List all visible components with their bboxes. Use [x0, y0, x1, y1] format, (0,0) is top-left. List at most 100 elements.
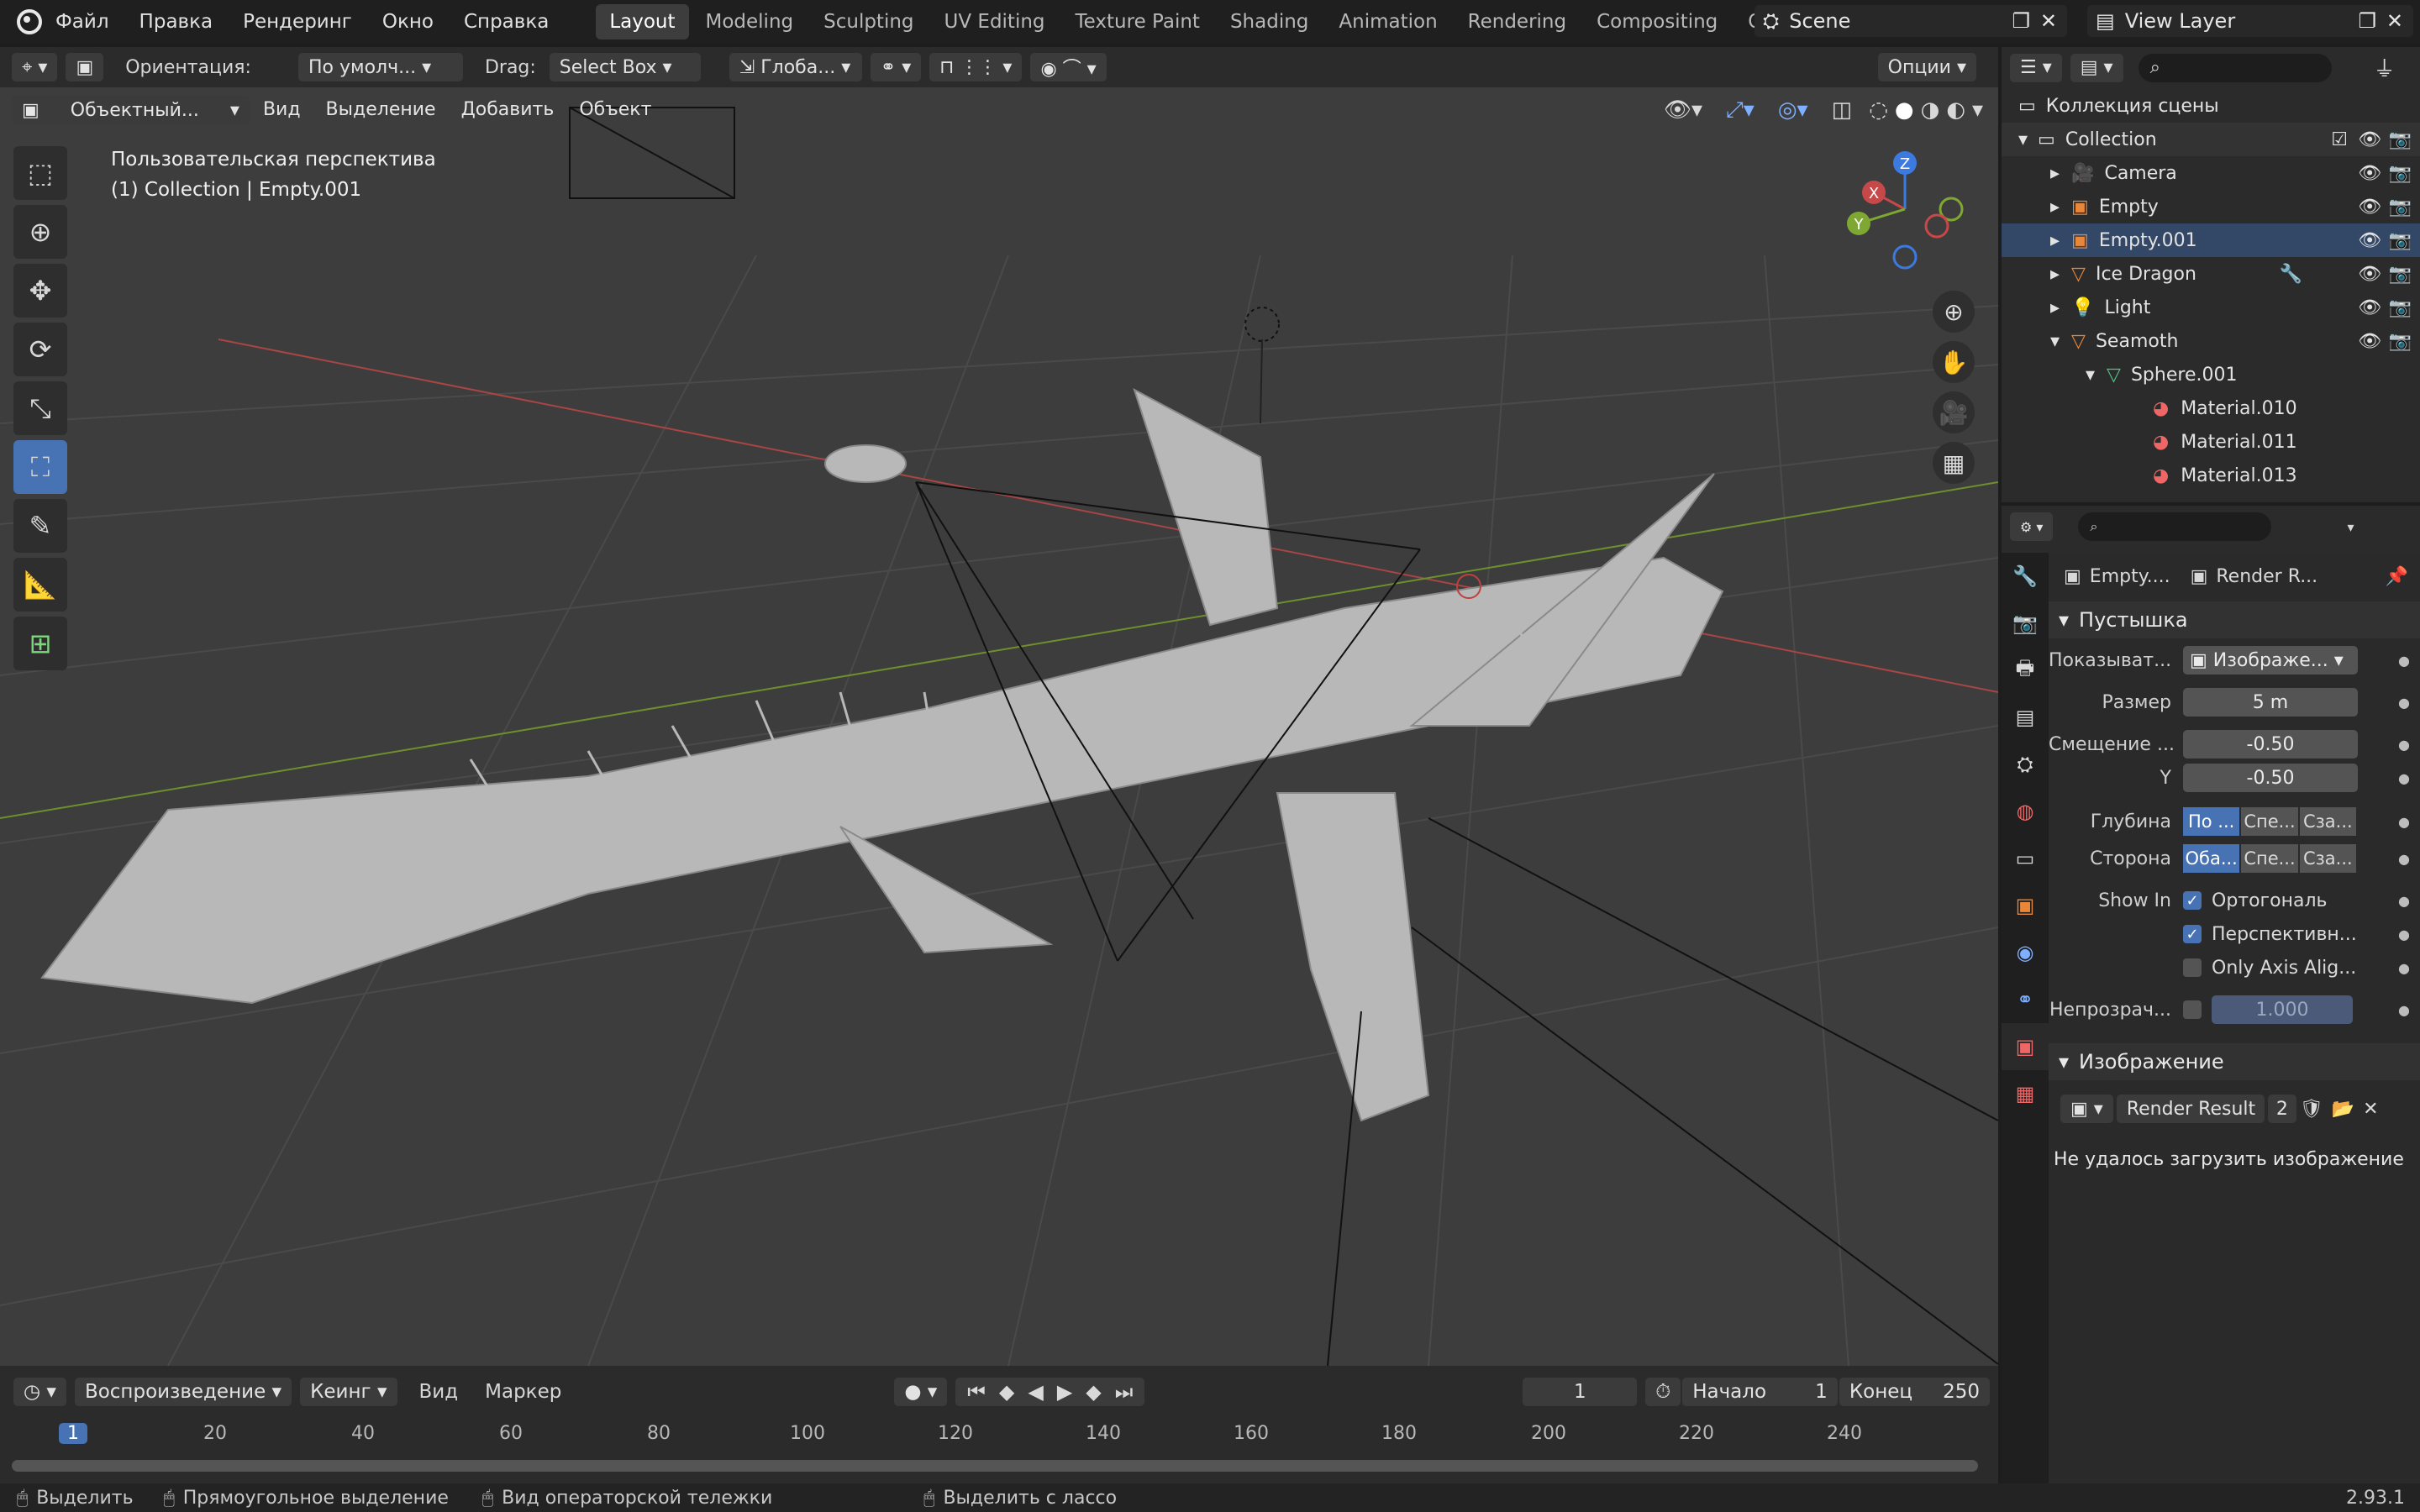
image-name-field[interactable]: Render Result — [2116, 1095, 2265, 1123]
tab-uv-editing[interactable]: UV Editing — [931, 4, 1059, 39]
show-persp-checkbox[interactable]: ✓ — [2183, 925, 2202, 943]
outliner-item-material[interactable]: ◕ Material.010 — [2002, 391, 2420, 425]
overlay-toggle-icon[interactable]: ◎▾ — [1778, 97, 1808, 123]
transform-tool-icon[interactable]: ⛶ — [13, 440, 67, 494]
rotate-tool-icon[interactable]: ⟳ — [13, 323, 67, 376]
side-both-option[interactable]: Оба... — [2183, 844, 2240, 873]
keyframe-dot-icon[interactable]: ● — [2398, 851, 2410, 867]
side-back-option[interactable]: Сза... — [2299, 844, 2356, 873]
camera-view-icon[interactable]: 🎥 — [1933, 391, 1975, 433]
viewport-menu-view[interactable]: Вид — [263, 96, 301, 124]
outliner-collection-row[interactable]: ▾ ▭ Collection ☑ 👁 📷 — [2002, 123, 2420, 156]
zoom-icon[interactable]: ⊕ — [1933, 291, 1975, 333]
keyframe-dot-icon[interactable]: ● — [2398, 1002, 2410, 1018]
light-object[interactable] — [1244, 307, 1280, 342]
depth-back-option[interactable]: Сза... — [2299, 807, 2356, 836]
tab-shading[interactable]: Shading — [1217, 4, 1322, 39]
new-view-layer-icon[interactable]: ❐ — [2358, 9, 2376, 33]
outliner-item-ice-dragon[interactable]: ▸ ▽ Ice Dragon 🔧 👁 📷 — [2002, 257, 2420, 291]
measure-tool-icon[interactable]: 📐 — [13, 558, 67, 612]
show-ortho-checkbox[interactable]: ✓ — [2183, 891, 2202, 910]
outliner-item-material[interactable]: ◕ Material.013 — [2002, 459, 2420, 492]
render-camera-icon[interactable]: 📷 — [2389, 197, 2412, 218]
shading-options-icon[interactable]: ▾ — [1972, 97, 1983, 123]
collapse-chevron-icon[interactable]: ▾ — [2050, 331, 2060, 352]
filter-icon[interactable]: ⏚ — [2374, 52, 2396, 83]
display-mode-icon[interactable]: ▤ ▾ — [2070, 53, 2123, 82]
timeline-menu-marker[interactable]: Маркер — [485, 1381, 561, 1403]
tab-compositing[interactable]: Compositing — [1583, 4, 1731, 39]
frame-ruler[interactable]: 1 20 40 60 80 100 120 140 160 180 200 22… — [0, 1418, 1998, 1455]
visibility-eye-icon[interactable]: 👁 — [2358, 197, 2381, 218]
render-camera-icon[interactable]: 📷 — [2389, 129, 2412, 150]
timeline-scrollbar[interactable] — [12, 1460, 1978, 1472]
start-frame-field[interactable]: Начало 1 — [1682, 1378, 1838, 1406]
keyframe-dot-icon[interactable]: ● — [2398, 770, 2410, 786]
expand-chevron-icon[interactable]: ▸ — [2050, 264, 2060, 285]
pin-icon[interactable]: 📌 — [2386, 566, 2408, 587]
outliner-item-seamoth[interactable]: ▾ ▽ Seamoth 👁 📷 — [2002, 324, 2420, 358]
auto-key-record-icon[interactable]: ● ▾ — [894, 1378, 948, 1406]
current-frame-field[interactable]: 1 — [1523, 1378, 1638, 1406]
outliner-item-sphere[interactable]: ▾ ▽ Sphere.001 — [2002, 358, 2420, 391]
move-tool-icon[interactable]: ✥ — [13, 264, 67, 318]
orientation-dropdown[interactable]: По умолч... ▾ — [297, 53, 463, 81]
pivot-point-button[interactable]: ⚭ ▾ — [870, 53, 922, 81]
tab-layout[interactable]: Layout — [596, 4, 689, 39]
display-as-dropdown[interactable]: ▣ Изображе... ▾ — [2183, 646, 2358, 675]
menu-help[interactable]: Справка — [464, 11, 549, 33]
playback-dropdown[interactable]: Воспроизведение ▾ — [74, 1378, 292, 1406]
keyframe-dot-icon[interactable]: ● — [2398, 737, 2410, 753]
texture-tab-icon[interactable]: ▦ — [2002, 1070, 2049, 1117]
transform-orientation-dropdown[interactable]: ⇲ Глоба... ▾ — [729, 53, 862, 81]
tab-sculpting[interactable]: Sculpting — [810, 4, 927, 39]
xray-toggle-icon[interactable]: ◫ — [1832, 97, 1853, 123]
viewport-menu-object[interactable]: Объект — [579, 96, 651, 124]
render-camera-icon[interactable]: 📷 — [2389, 331, 2412, 352]
visibility-eye-icon[interactable]: 👁 — [2358, 331, 2381, 352]
outliner-item-material[interactable]: ◕ Material.011 — [2002, 425, 2420, 459]
play-icon[interactable]: ▶ — [1050, 1380, 1079, 1404]
options-dropdown[interactable]: Опции ▾ — [1877, 53, 1976, 81]
image-users-count[interactable]: 2 — [2267, 1095, 2296, 1123]
end-frame-field[interactable]: Конец 250 — [1839, 1378, 1990, 1406]
jump-end-icon[interactable]: ⏭ — [1108, 1380, 1140, 1404]
tab-modeling[interactable]: Modeling — [692, 4, 808, 39]
keyframe-dot-icon[interactable]: ● — [2398, 893, 2410, 909]
tab-animation[interactable]: Animation — [1325, 4, 1450, 39]
new-scene-icon[interactable]: ❐ — [2012, 9, 2030, 33]
outliner-item-empty[interactable]: ▸ ▣ Empty 👁 📷 — [2002, 190, 2420, 223]
delete-scene-icon[interactable]: ✕ — [2040, 9, 2057, 33]
offset-x-field[interactable]: -0.50 — [2183, 730, 2358, 759]
section-image[interactable]: ▾ Изображение — [2049, 1043, 2420, 1080]
snap-button[interactable]: ⊓ ⋮⋮ ▾ — [929, 53, 1023, 81]
opacity-checkbox[interactable] — [2183, 1000, 2202, 1019]
scale-tool-icon[interactable]: ⤡ — [13, 381, 67, 435]
playhead[interactable]: 1 — [59, 1423, 87, 1444]
visibility-eye-icon[interactable]: 👁 — [2358, 129, 2381, 150]
object-tab-icon[interactable]: ▣ — [2002, 882, 2049, 929]
mode-dropdown[interactable]: ▣ Объектный... ▾ — [12, 96, 250, 124]
viewport-menu-add[interactable]: Добавить — [461, 96, 555, 124]
browse-image-icon[interactable]: ▣ ▾ — [2060, 1095, 2113, 1123]
keyframe-dot-icon[interactable]: ● — [2398, 960, 2410, 976]
menu-edit[interactable]: Правка — [139, 11, 213, 33]
jump-start-icon[interactable]: ⏮ — [960, 1380, 992, 1404]
gizmo-toggle-icon[interactable]: ⤢▾ — [1726, 97, 1754, 123]
side-front-option[interactable]: Спе... — [2241, 844, 2298, 873]
depth-default-option[interactable]: По ... — [2183, 807, 2240, 836]
navigation-gizmo[interactable]: Z X Y — [1842, 146, 1968, 272]
size-field[interactable]: 5 m — [2183, 688, 2358, 717]
opacity-field[interactable]: 1.000 — [2212, 995, 2353, 1024]
drag-dropdown[interactable]: Select Box ▾ — [549, 53, 701, 81]
only-axis-checkbox[interactable] — [2183, 958, 2202, 977]
render-camera-icon[interactable]: 📷 — [2389, 264, 2412, 285]
gizmo-neg-x-icon[interactable] — [1924, 213, 1949, 239]
collapse-chevron-icon[interactable]: ▾ — [2086, 365, 2095, 386]
material-shading-icon[interactable]: ◑ — [1921, 97, 1940, 123]
visibility-eye-icon[interactable]: 👁 — [2358, 163, 2381, 184]
fake-user-shield-icon[interactable]: 🛡 — [2300, 1099, 2323, 1120]
next-keyframe-icon[interactable]: ◆ — [1079, 1380, 1107, 1404]
output-tab-icon[interactable]: 🖶 — [2002, 647, 2049, 694]
collapse-chevron-icon[interactable]: ▾ — [2018, 129, 2028, 150]
